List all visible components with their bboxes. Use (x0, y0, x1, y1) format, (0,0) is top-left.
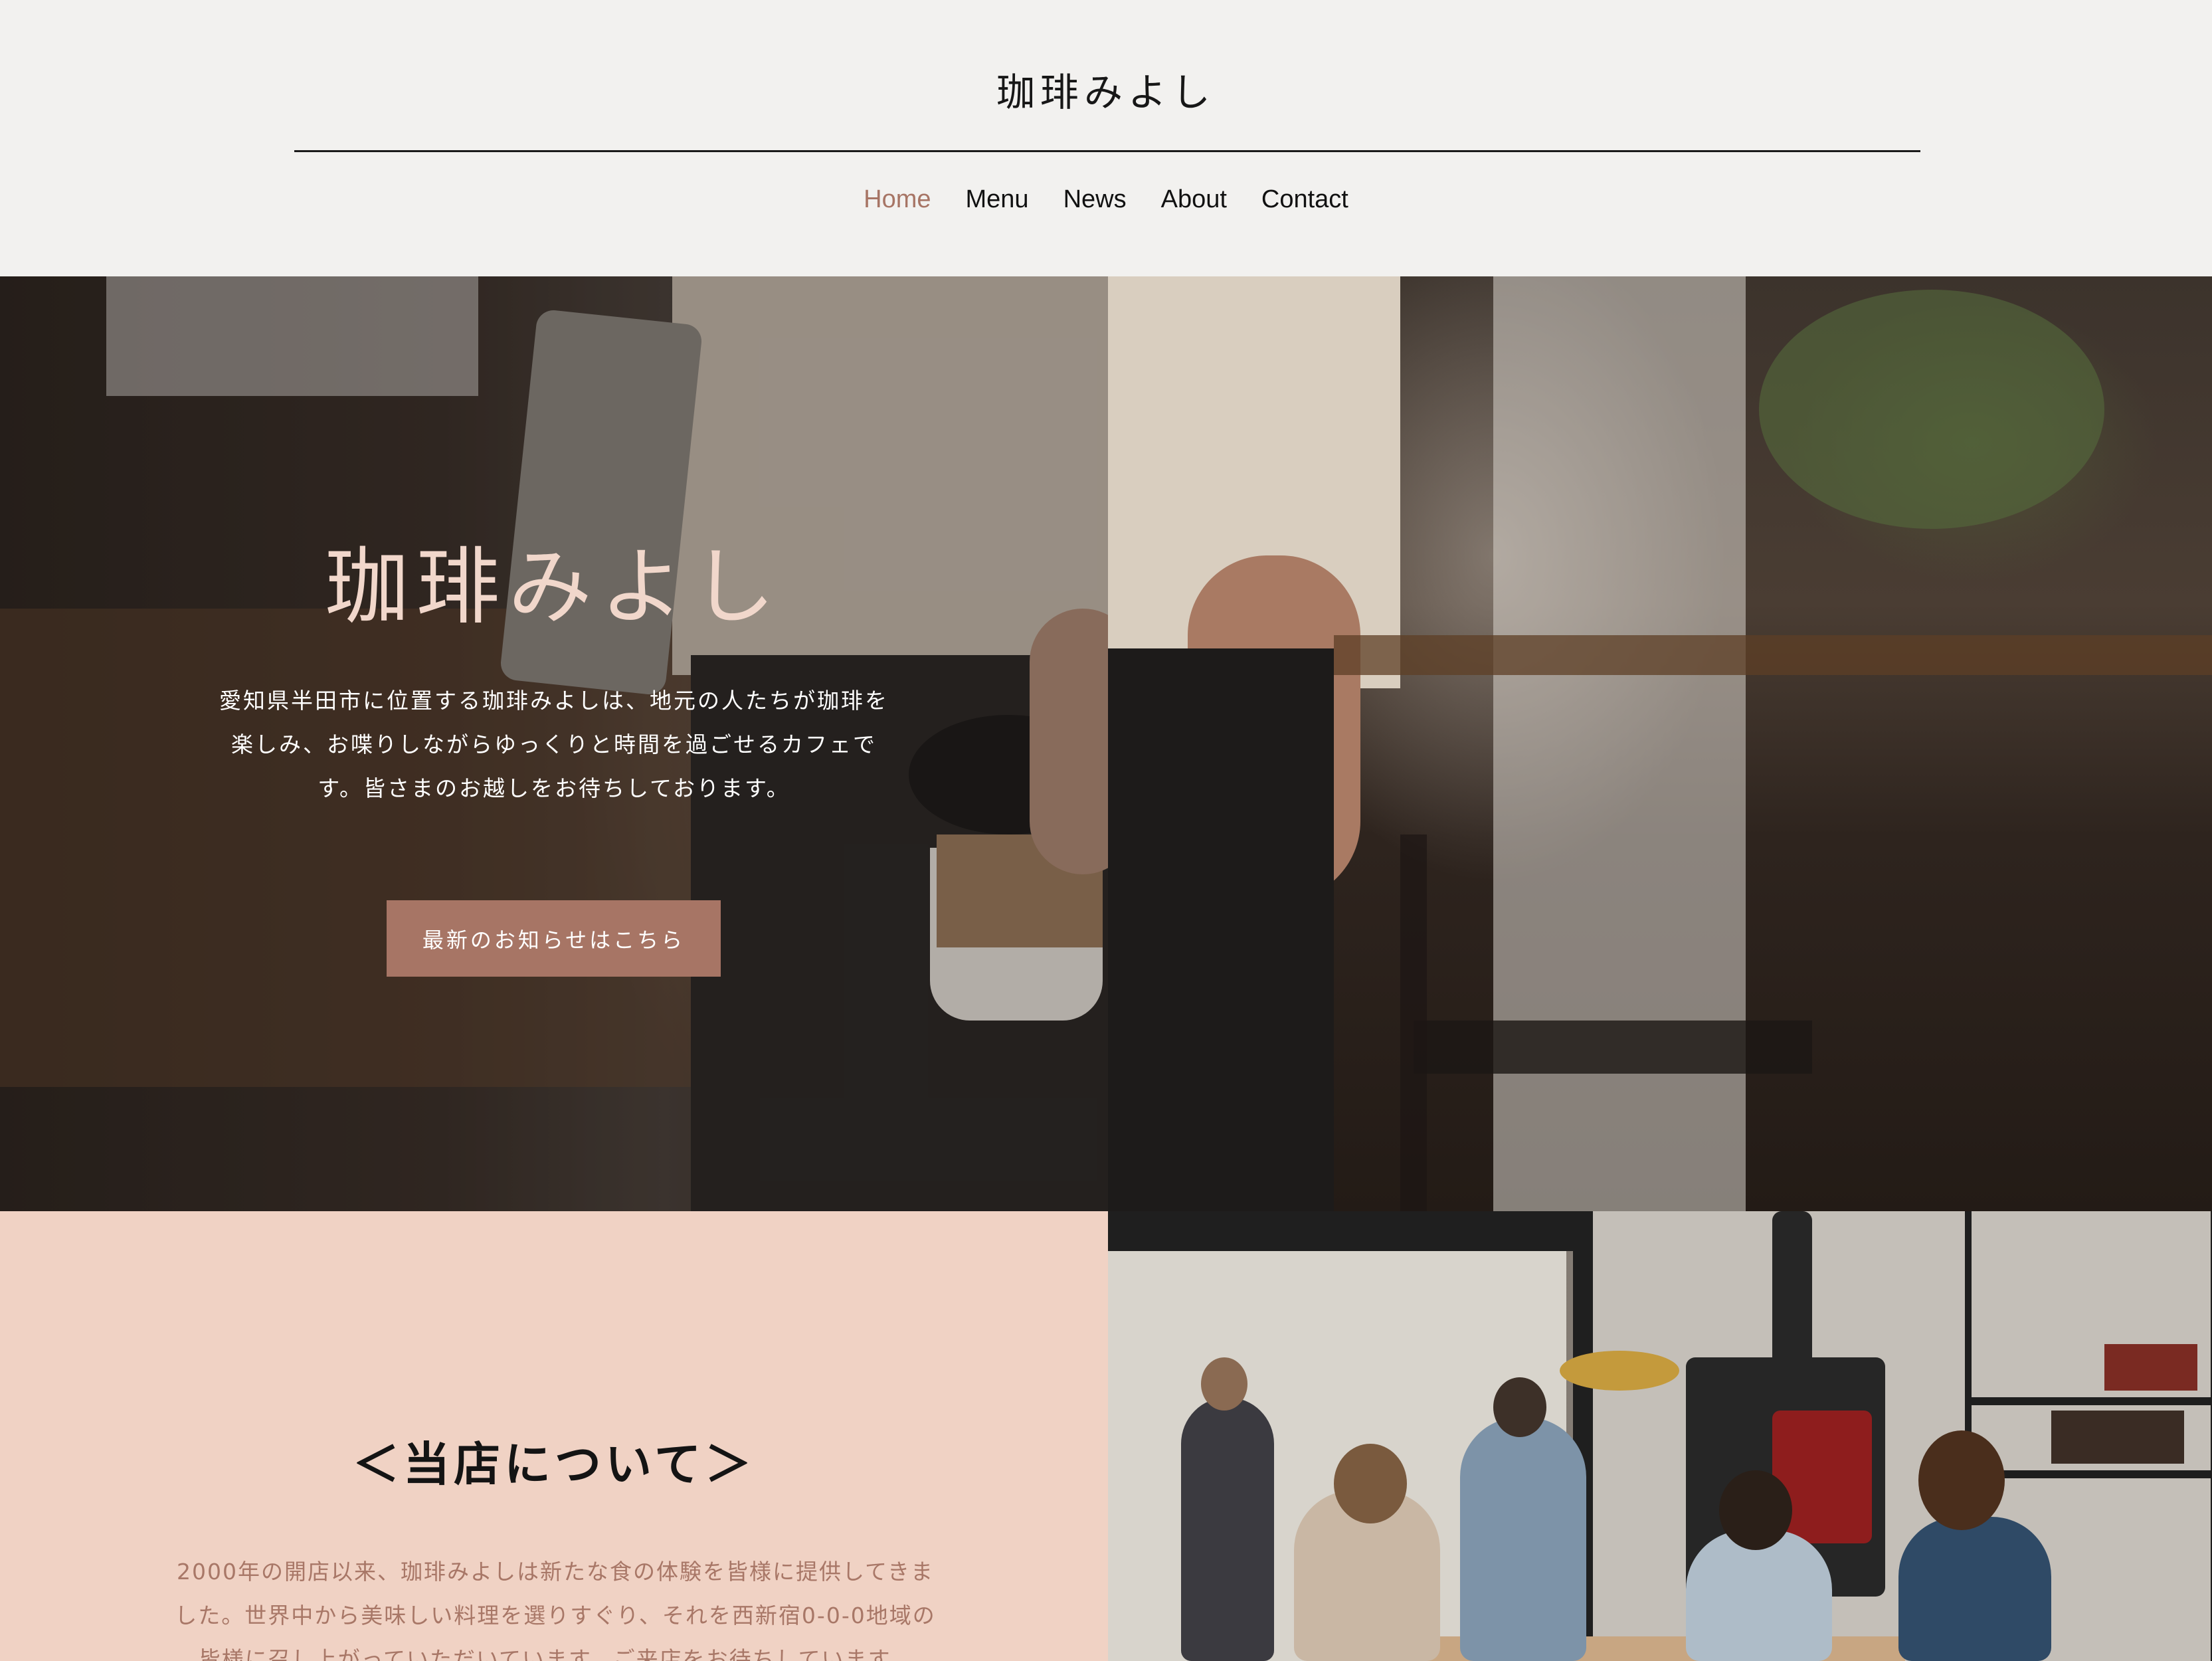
hero-description: 愛知県半田市に位置する珈琲みよしは、地元の人たちが珈琲を 楽しみ、お喋りしながら… (203, 679, 905, 811)
latest-news-button[interactable]: 最新のお知らせはこちら (387, 900, 721, 977)
nav-news[interactable]: News (1063, 179, 1127, 219)
hero-photo-right (1108, 276, 2212, 1211)
site-title[interactable]: 珈琲みよし (0, 61, 2212, 117)
hero-section: 珈琲みよし 愛知県半田市に位置する珈琲みよしは、地元の人たちが珈琲を 楽しみ、お… (0, 276, 2212, 1211)
site-header: 珈琲みよし Home Menu News About Contact (0, 0, 2212, 276)
hero-title: 珈琲みよし (325, 538, 783, 636)
header-divider (294, 150, 1920, 152)
nav-contact[interactable]: Contact (1261, 179, 1348, 219)
about-text: 2000年の開店以来、珈琲みよしは新たな食の体験を皆様に提供してきま した。世界… (157, 1550, 954, 1661)
nav-about[interactable]: About (1161, 179, 1227, 219)
cafe-photo (1108, 1211, 2212, 1661)
about-heading: ＜当店について＞ (353, 1436, 755, 1492)
nav-menu[interactable]: Menu (966, 179, 1029, 219)
hero-description-line: す。皆さまのお越しをお待ちしております。 (318, 775, 790, 801)
about-text-line: した。世界中から美味しい料理を選りすぐり、それを西新宿0-0-0地域の (175, 1603, 936, 1628)
main-nav: Home Menu News About Contact (0, 179, 2212, 219)
hero-description-line: 愛知県半田市に位置する珈琲みよしは、地元の人たちが珈琲を (219, 688, 889, 714)
about-text-line: 皆様に召し上がっていただいています。ご来店をお待ちしています。 (198, 1646, 913, 1661)
nav-home[interactable]: Home (864, 179, 931, 219)
about-section: ＜当店について＞ 2000年の開店以来、珈琲みよしは新たな食の体験を皆様に提供し… (0, 1211, 1108, 1661)
about-text-line: 2000年の開店以来、珈琲みよしは新たな食の体験を皆様に提供してきま (176, 1559, 934, 1585)
hero-description-line: 楽しみ、お喋りしながらゆっくりと時間を過ごせるカフェで (231, 732, 877, 757)
